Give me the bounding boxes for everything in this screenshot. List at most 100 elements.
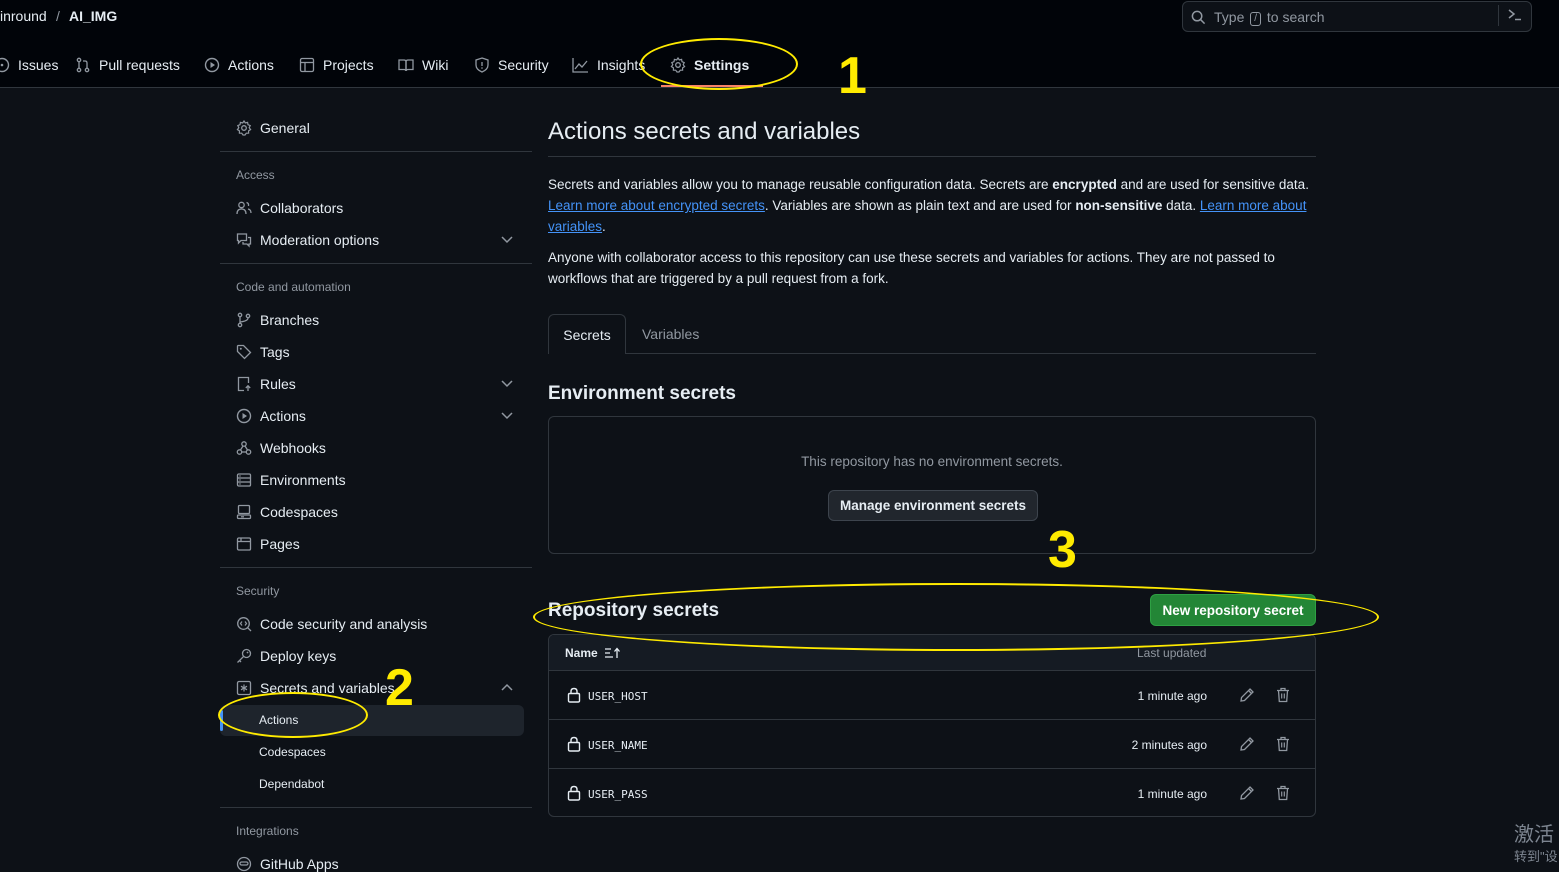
pencil-icon[interactable] [1239,736,1255,752]
sidebar-subitem-dependabot[interactable]: Dependabot [259,777,324,791]
sidebar-item-code-security[interactable]: Code security and analysis [236,613,427,635]
column-name-sort[interactable]: Name [565,646,622,660]
tab-insights[interactable]: Insights [572,54,645,76]
secret-name: USER_NAME [588,739,648,752]
secret-updated: 1 minute ago [1137,689,1207,703]
annotation-ellipse-repo-secrets [533,583,1379,651]
breadcrumb-separator: / [56,8,60,24]
repository-secrets-table: Name Last updated USER_HOST 1 minute ago… [548,634,1316,817]
breadcrumb-owner[interactable]: inround [0,8,47,24]
chevron-up-icon[interactable] [500,682,514,694]
graph-icon [572,57,589,73]
trash-icon[interactable] [1276,687,1290,703]
shield-icon [474,57,490,73]
pull-request-icon [75,57,91,73]
command-palette-button[interactable] [1498,5,1528,26]
chevron-down-icon[interactable] [500,378,514,390]
sidebar-item-general[interactable]: General [236,117,310,139]
search-icon [1191,10,1206,25]
sidebar-item-collaborators[interactable]: Collaborators [236,197,343,219]
search-shortcut-key: / [1250,12,1262,26]
tab-issues[interactable]: Issues [0,54,58,76]
table-row: USER_PASS 1 minute ago [549,769,1315,816]
table-row: USER_HOST 1 minute ago [549,671,1315,720]
lock-icon [567,736,581,752]
asterisk-icon [236,680,252,696]
play-icon [236,408,252,424]
environment-secrets-box: This repository has no environment secre… [548,416,1316,554]
repo-push-icon [236,376,252,392]
manage-environment-secrets-button[interactable]: Manage environment secrets [828,490,1038,521]
search-input[interactable]: Type / to search [1182,1,1532,32]
sidebar-item-github-apps[interactable]: GitHub Apps [236,853,339,872]
annotation-number-1: 1 [838,47,867,105]
sort-asc-icon [604,647,622,659]
sidebar-item-webhooks[interactable]: Webhooks [236,437,326,459]
access-note-paragraph: Anyone with collaborator access to this … [548,250,1275,286]
tab-variables[interactable]: Variables [642,326,699,342]
search-placeholder: Type / to search [1214,9,1325,26]
sidebar-heading-integrations: Integrations [236,824,299,838]
gear-icon [236,120,252,136]
sidebar-item-pages[interactable]: Pages [236,533,300,555]
issue-icon [0,57,10,73]
sidebar-heading-security: Security [236,584,280,598]
sidebar-item-environments[interactable]: Environments [236,469,346,491]
secret-updated: 2 minutes ago [1131,738,1207,752]
codescan-icon [236,616,252,632]
tab-wiki[interactable]: Wiki [398,54,448,76]
annotation-number-3: 3 [1048,521,1077,579]
sidebar-divider [220,807,532,808]
tabs-divider [548,353,1316,354]
lock-icon [567,687,581,703]
comment-discussion-icon [236,232,252,248]
lock-icon [567,785,581,801]
trash-icon[interactable] [1276,736,1290,752]
pencil-icon[interactable] [1239,785,1255,801]
tab-pull-requests[interactable]: Pull requests [75,54,180,76]
sidebar-divider [220,151,532,152]
browser-icon [236,536,252,552]
tag-icon [236,344,252,360]
chevron-down-icon[interactable] [500,410,514,422]
sidebar-item-branches[interactable]: Branches [236,309,319,331]
secret-name: USER_HOST [588,690,648,703]
breadcrumb-repo[interactable]: AI_IMG [69,8,117,24]
sidebar-heading-access: Access [236,168,275,182]
play-icon [204,57,220,73]
codespaces-icon [236,504,252,520]
table-icon [299,57,315,73]
tab-actions[interactable]: Actions [204,54,274,76]
chevron-down-icon[interactable] [500,234,514,246]
trash-icon[interactable] [1276,785,1290,801]
secret-name: USER_PASS [588,788,648,801]
sidebar-divider [220,263,532,264]
book-icon [398,57,414,73]
annotation-ellipse-settings [640,38,798,90]
sidebar-item-rules[interactable]: Rules [236,373,296,395]
windows-activation-watermark-sub: 转到"设 [1514,849,1558,864]
sidebar-item-tags[interactable]: Tags [236,341,290,363]
hubot-icon [236,856,252,872]
key-icon [236,648,252,664]
windows-activation-watermark: 激活 [1514,824,1554,846]
title-divider [548,156,1316,157]
tab-security[interactable]: Security [474,54,549,76]
pencil-icon[interactable] [1239,687,1255,703]
server-icon [236,472,252,488]
people-icon [236,200,252,216]
sidebar-subitem-codespaces[interactable]: Codespaces [259,745,326,759]
secret-updated: 1 minute ago [1137,787,1207,801]
tab-secrets[interactable]: Secrets [548,314,626,354]
tab-projects[interactable]: Projects [299,54,374,76]
sidebar-item-actions[interactable]: Actions [236,405,306,427]
sidebar-item-moderation-options[interactable]: Moderation options [236,229,379,251]
page-title: Actions secrets and variables [548,118,861,145]
sidebar-item-codespaces[interactable]: Codespaces [236,501,338,523]
learn-more-secrets-link[interactable]: Learn more about encrypted secrets [548,198,765,213]
empty-state-text: This repository has no environment secre… [801,454,1063,469]
intro-paragraph: Secrets and variables allow you to manag… [548,177,1309,234]
sidebar-item-deploy-keys[interactable]: Deploy keys [236,645,336,667]
column-last-updated: Last updated [1137,646,1207,660]
table-row: USER_NAME 2 minutes ago [549,720,1315,769]
